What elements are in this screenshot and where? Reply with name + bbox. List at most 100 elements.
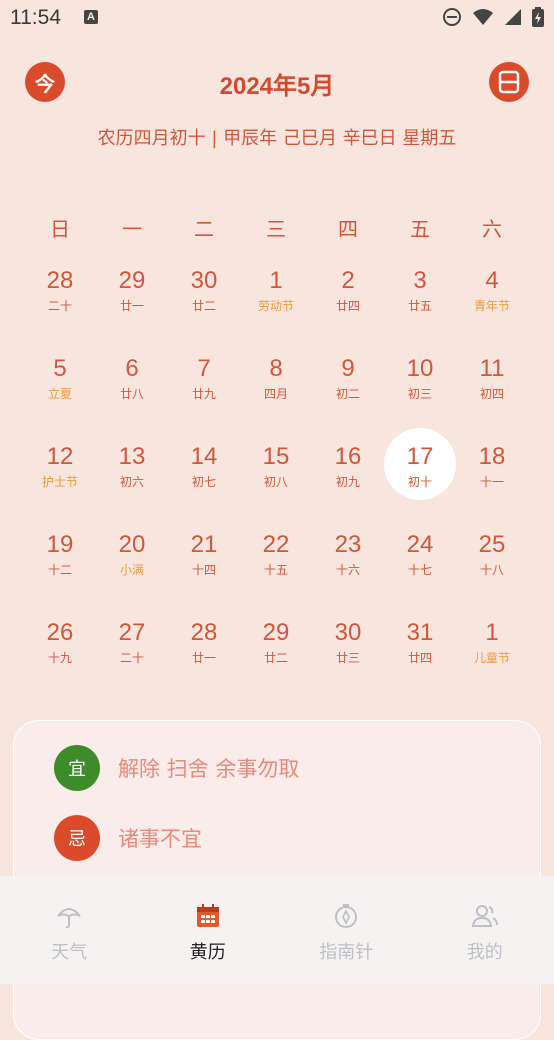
day-number: 7: [168, 355, 240, 383]
day-number: 8: [240, 355, 312, 383]
calendar-day[interactable]: 23十六: [312, 509, 384, 597]
calendar-day[interactable]: 12护士节: [24, 421, 96, 509]
calendar-day[interactable]: 27二十: [96, 597, 168, 685]
calendar-day[interactable]: 1 劳动节: [240, 245, 312, 333]
day-number: 23: [312, 531, 384, 559]
calendar-day[interactable]: 4青年节: [456, 245, 528, 333]
text-a-icon: A: [84, 10, 98, 24]
calendar-day[interactable]: 20小满: [96, 509, 168, 597]
lunar-day-label: 廿二: [168, 297, 240, 314]
tab-weather[interactable]: 天气: [0, 876, 139, 984]
lunar-day-label: 十四: [168, 561, 240, 578]
lunar-day-label: 十八: [456, 561, 528, 578]
day-number: 29: [240, 619, 312, 647]
status-time: 11:54: [10, 6, 61, 30]
day-number: 2: [312, 267, 384, 295]
festival-label: 儿童节: [456, 649, 528, 666]
calendar-day[interactable]: 3廿五: [384, 245, 456, 333]
calendar-day[interactable]: 1 儿童节: [456, 597, 528, 685]
battery-icon: [532, 7, 544, 27]
calendar-day[interactable]: 5立夏: [24, 333, 96, 421]
weekday-header: 日 一 二 三 四 五 六: [24, 213, 528, 242]
date-picker-button[interactable]: [489, 62, 529, 102]
day-number: 18: [456, 443, 528, 471]
ji-text: 诸事不宜: [118, 823, 202, 853]
day-number: 15: [240, 443, 312, 471]
calendar-day[interactable]: 2 廿四: [312, 245, 384, 333]
calendar-day[interactable]: 22十五: [240, 509, 312, 597]
calendar-day[interactable]: 7廿九: [168, 333, 240, 421]
weekday-label: 三: [240, 213, 312, 242]
tab-label: 天气: [0, 938, 139, 964]
calendar-day[interactable]: 9 初二: [312, 333, 384, 421]
day-number: 17: [384, 443, 456, 471]
lunar-day-label: 二十: [96, 649, 168, 666]
festival-label: 劳动节: [240, 297, 312, 314]
lunar-day-label: 十九: [24, 649, 96, 666]
calendar-day[interactable]: 16初九: [312, 421, 384, 509]
yi-row: 宜 解除 扫舍 余事勿取: [54, 745, 299, 791]
calendar-day[interactable]: 19十二: [24, 509, 96, 597]
calendar-day[interactable]: 31廿四: [384, 597, 456, 685]
day-number: 11: [456, 355, 528, 383]
weekday-label: 二: [168, 213, 240, 242]
day-number: 10: [384, 355, 456, 383]
lunar-day-label: 初四: [456, 385, 528, 402]
calendar-grid: 28二十29廿一30廿二1劳动节2廿四3廿五4青年节5立夏6廿八7廿九8四月9初…: [24, 245, 528, 685]
festival-label: 立夏: [24, 385, 96, 402]
calendar-day[interactable]: 21 十四: [168, 509, 240, 597]
do-not-disturb-icon: [442, 7, 462, 27]
day-number: 30: [168, 267, 240, 295]
lunar-day-label: 十七: [384, 561, 456, 578]
calendar-day[interactable]: 26 十九: [24, 597, 96, 685]
calendar-day[interactable]: 28二十: [24, 245, 96, 333]
month-title[interactable]: 2024年5月: [0, 66, 554, 101]
bottom-tab-bar: 天气 黄历 指南针 我的: [0, 876, 554, 984]
calendar-day[interactable]: 13初六: [96, 421, 168, 509]
day-number: 21: [168, 531, 240, 559]
calendar-day[interactable]: 8四月: [240, 333, 312, 421]
calendar-day[interactable]: 18 十一: [456, 421, 528, 509]
day-number: 1: [456, 619, 528, 647]
lunar-day-label: 廿三: [312, 649, 384, 666]
yi-badge: 宜: [54, 745, 100, 791]
tab-almanac[interactable]: 黄历: [139, 876, 278, 984]
day-number: 30: [312, 619, 384, 647]
lunar-day-label: 廿一: [96, 297, 168, 314]
day-number: 9: [312, 355, 384, 383]
day-number: 1: [240, 267, 312, 295]
calendar-day-selected[interactable]: 17初十: [384, 421, 456, 509]
calendar-day[interactable]: 30 廿三: [312, 597, 384, 685]
festival-label: 青年节: [456, 297, 528, 314]
tab-compass[interactable]: 指南针: [277, 876, 416, 984]
lunar-day-label: 廿四: [312, 297, 384, 314]
lunar-day-label: 初七: [168, 473, 240, 490]
tab-label: 黄历: [139, 938, 278, 964]
day-number: 29: [96, 267, 168, 295]
compass-icon: [332, 902, 360, 930]
day-number: 26: [24, 619, 96, 647]
calendar-day[interactable]: 29 廿一: [96, 245, 168, 333]
user-icon: [471, 902, 499, 930]
calendar-day[interactable]: 25十八: [456, 509, 528, 597]
calendar-day[interactable]: 29廿二: [240, 597, 312, 685]
calendar-day[interactable]: 11 初四: [456, 333, 528, 421]
calendar-day[interactable]: 10 初三: [384, 333, 456, 421]
calendar-day[interactable]: 14初七: [168, 421, 240, 509]
calendar-day[interactable]: 30 廿二: [168, 245, 240, 333]
calendar-day[interactable]: 15初八: [240, 421, 312, 509]
weekday-label: 日: [24, 213, 96, 242]
festival-label: 小满: [96, 561, 168, 578]
calendar-day[interactable]: 6廿八: [96, 333, 168, 421]
day-number: 22: [240, 531, 312, 559]
lunar-day-label: 初二: [312, 385, 384, 402]
lunar-day-label: 初三: [384, 385, 456, 402]
calendar-day[interactable]: 24十七: [384, 509, 456, 597]
tab-mine[interactable]: 我的: [416, 876, 554, 984]
umbrella-icon: [55, 902, 83, 930]
day-number: 28: [168, 619, 240, 647]
lunar-day-label: 廿八: [96, 385, 168, 402]
calendar-day[interactable]: 28廿一: [168, 597, 240, 685]
ji-row: 忌 诸事不宜: [54, 815, 202, 861]
lunar-day-label: 十一: [456, 473, 528, 490]
